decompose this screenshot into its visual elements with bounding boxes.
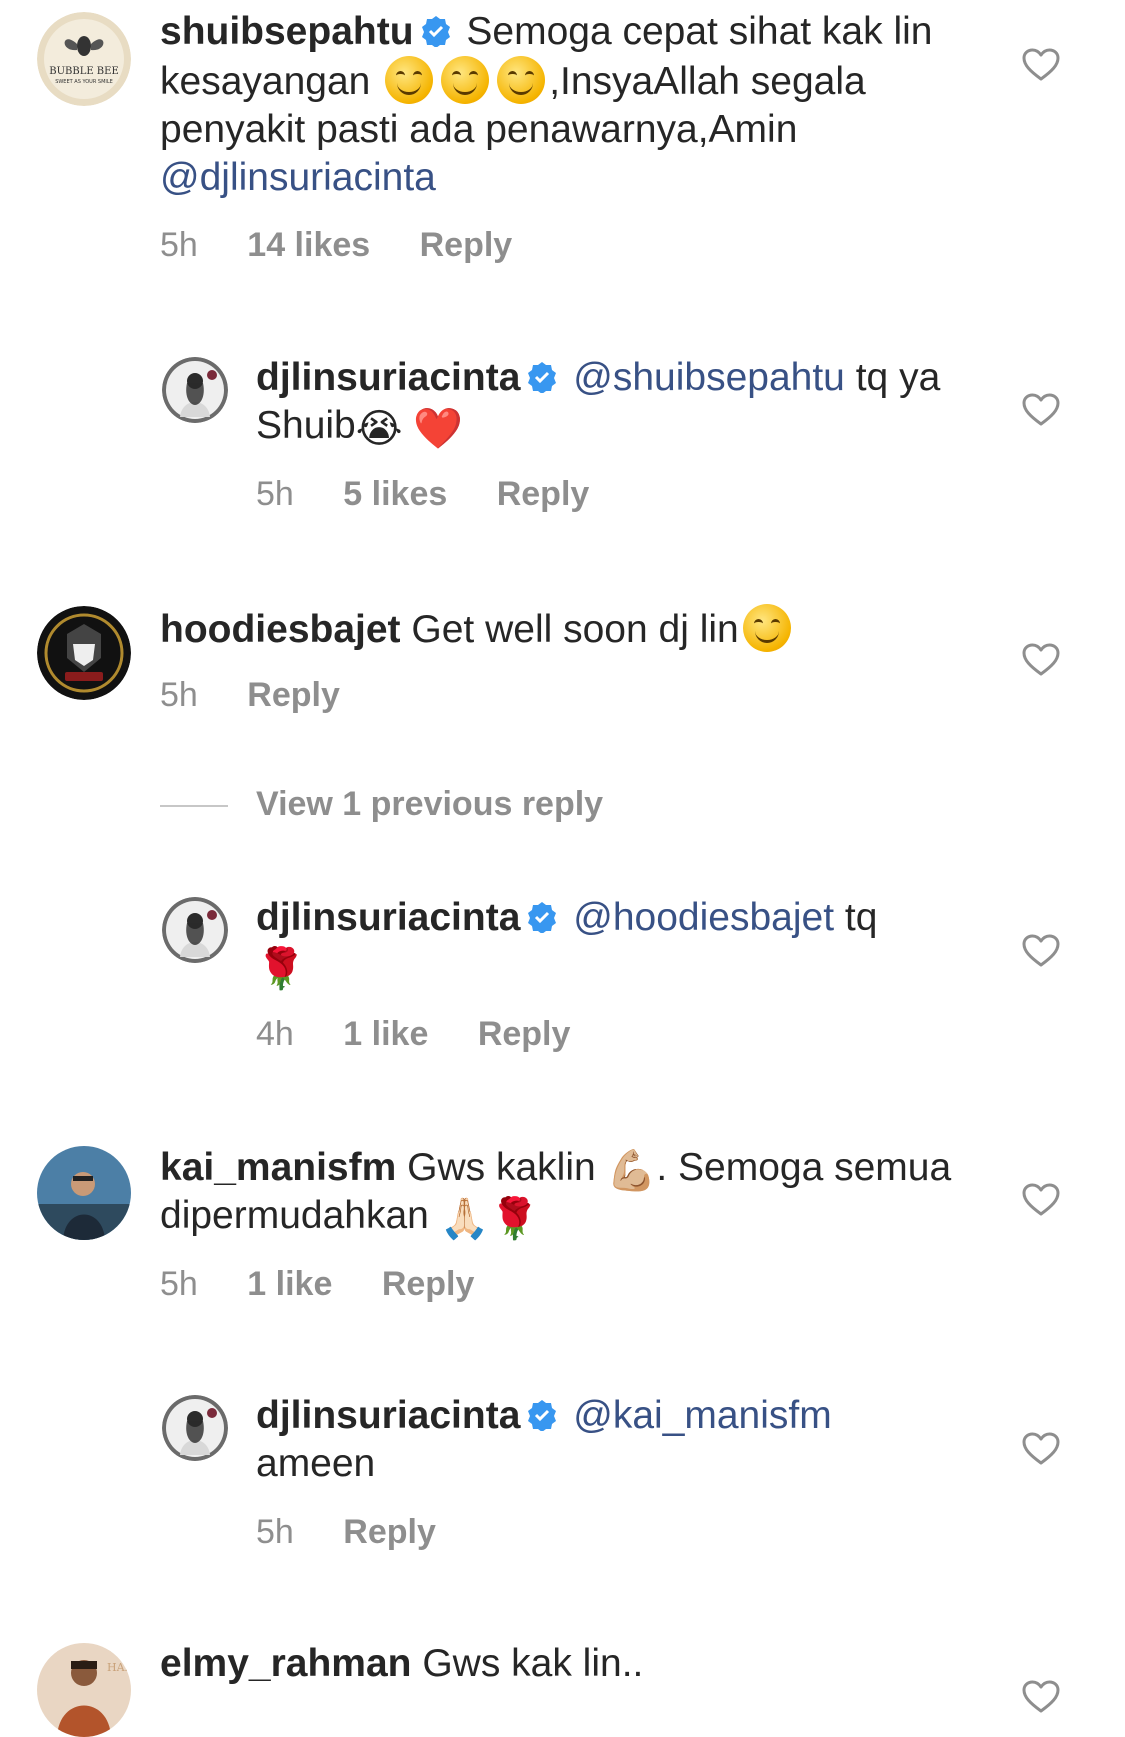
svg-text:HAPUS: HAPUS	[107, 1661, 131, 1674]
comment-text: kai_manisfm Gws kaklin 💪🏼. Semoga semua …	[160, 1144, 1000, 1240]
comment-meta: 5h 5 likes Reply	[256, 475, 629, 514]
username[interactable]: djlinsuriacinta	[256, 1394, 520, 1437]
timestamp: 5h	[256, 475, 294, 513]
mention-link[interactable]: @shuibsepahtu	[573, 356, 845, 399]
crying-face-emoji: 😭	[355, 406, 403, 452]
comment-message: Gws kak lin..	[422, 1642, 644, 1685]
verified-badge-icon	[421, 16, 450, 47]
heart-outline-icon[interactable]	[1022, 1680, 1060, 1714]
reply-button[interactable]: Reply	[247, 676, 340, 714]
svg-text:BUBBLE BEE: BUBBLE BEE	[49, 66, 119, 77]
avatar[interactable]	[37, 606, 131, 700]
timestamp: 5h	[256, 1513, 294, 1551]
mention-link[interactable]: @hoodiesbajet	[573, 896, 834, 939]
heart-outline-icon[interactable]	[1022, 1183, 1060, 1217]
username[interactable]: elmy_rahman	[160, 1642, 411, 1685]
folded-hands-emoji: 🙏🏻	[439, 1196, 490, 1242]
avatar[interactable]	[162, 357, 228, 423]
mention-link[interactable]: @djlinsuriacinta	[160, 156, 436, 199]
reply-button[interactable]: Reply	[343, 1513, 436, 1551]
timestamp: 4h	[256, 1015, 294, 1053]
username[interactable]: djlinsuriacinta	[256, 356, 520, 399]
verified-badge-icon	[528, 1400, 557, 1431]
reply-button[interactable]: Reply	[420, 226, 513, 264]
avatar[interactable]	[37, 1146, 131, 1240]
comment-message: ameen	[256, 1442, 376, 1485]
likes-count[interactable]: 5 likes	[343, 475, 447, 513]
heart-outline-icon[interactable]	[1022, 1432, 1060, 1466]
username[interactable]: kai_manisfm	[160, 1146, 396, 1189]
avatar[interactable]	[162, 1395, 228, 1461]
username[interactable]: shuibsepahtu	[160, 10, 414, 53]
avatar[interactable]	[162, 897, 228, 963]
avatar[interactable]: HAPUS	[37, 1643, 131, 1737]
comment-meta: 5h 1 like Reply	[160, 1265, 514, 1304]
avatar[interactable]: BUBBLE BEE SWEET AS YOUR SMILE	[37, 12, 131, 106]
timestamp: 5h	[160, 226, 198, 264]
comment-message: Get well soon dj lin	[411, 608, 739, 651]
view-previous-reply-button[interactable]: View 1 previous reply	[160, 785, 603, 824]
comment-meta: 4h 1 like Reply	[256, 1015, 610, 1054]
smiling-face-emoji	[742, 604, 791, 652]
reply-button[interactable]: Reply	[497, 475, 590, 513]
view-previous-reply-label: View 1 previous reply	[256, 785, 604, 823]
comment-text: elmy_rahman Gws kak lin..	[160, 1640, 1000, 1688]
likes-count[interactable]: 1 like	[343, 1015, 428, 1053]
timestamp: 5h	[160, 1265, 198, 1303]
comment-text: djlinsuriacinta @shuibsepahtu tq ya Shui…	[256, 354, 1016, 450]
flexed-biceps-emoji: 💪🏼	[606, 1148, 657, 1194]
comment-meta: 5h Reply	[256, 1513, 476, 1552]
rose-emoji: 🌹	[256, 946, 306, 992]
likes-count[interactable]: 14 likes	[247, 226, 370, 264]
comment-text: djlinsuriacinta @hoodiesbajet tq 🌹	[256, 894, 1016, 990]
verified-badge-icon	[528, 362, 557, 393]
rose-emoji: 🌹	[489, 1196, 540, 1242]
smiling-face-emoji	[497, 56, 546, 104]
comment-message: tq	[844, 896, 878, 939]
comment-text: hoodiesbajet Get well soon dj lin	[160, 604, 1000, 654]
verified-badge-icon	[528, 902, 557, 933]
comment-text: djlinsuriacinta @kai_manisfm ameen	[256, 1392, 1016, 1488]
comment-meta: 5h Reply	[160, 676, 380, 715]
username[interactable]: hoodiesbajet	[160, 608, 401, 651]
comment-meta: 5h 14 likes Reply	[160, 226, 552, 265]
smiling-face-emoji	[441, 56, 490, 104]
likes-count[interactable]: 1 like	[247, 1265, 332, 1303]
heart-outline-icon[interactable]	[1022, 643, 1060, 677]
comment-message: Gws kaklin	[407, 1146, 596, 1189]
comment-text: shuibsepahtu Semoga cepat sihat kak lin …	[160, 8, 1000, 202]
smiling-face-emoji	[385, 56, 434, 104]
mention-link[interactable]: @kai_manisfm	[573, 1394, 832, 1437]
heart-outline-icon[interactable]	[1022, 393, 1060, 427]
reply-button[interactable]: Reply	[382, 1265, 475, 1303]
heart-outline-icon[interactable]	[1022, 934, 1060, 968]
red-heart-emoji: ❤️	[413, 406, 464, 452]
svg-text:SWEET AS YOUR SMILE: SWEET AS YOUR SMILE	[55, 79, 113, 85]
timestamp: 5h	[160, 676, 198, 714]
heart-outline-icon[interactable]	[1022, 48, 1060, 82]
username[interactable]: djlinsuriacinta	[256, 896, 520, 939]
reply-button[interactable]: Reply	[478, 1015, 571, 1053]
divider-line	[160, 805, 228, 808]
